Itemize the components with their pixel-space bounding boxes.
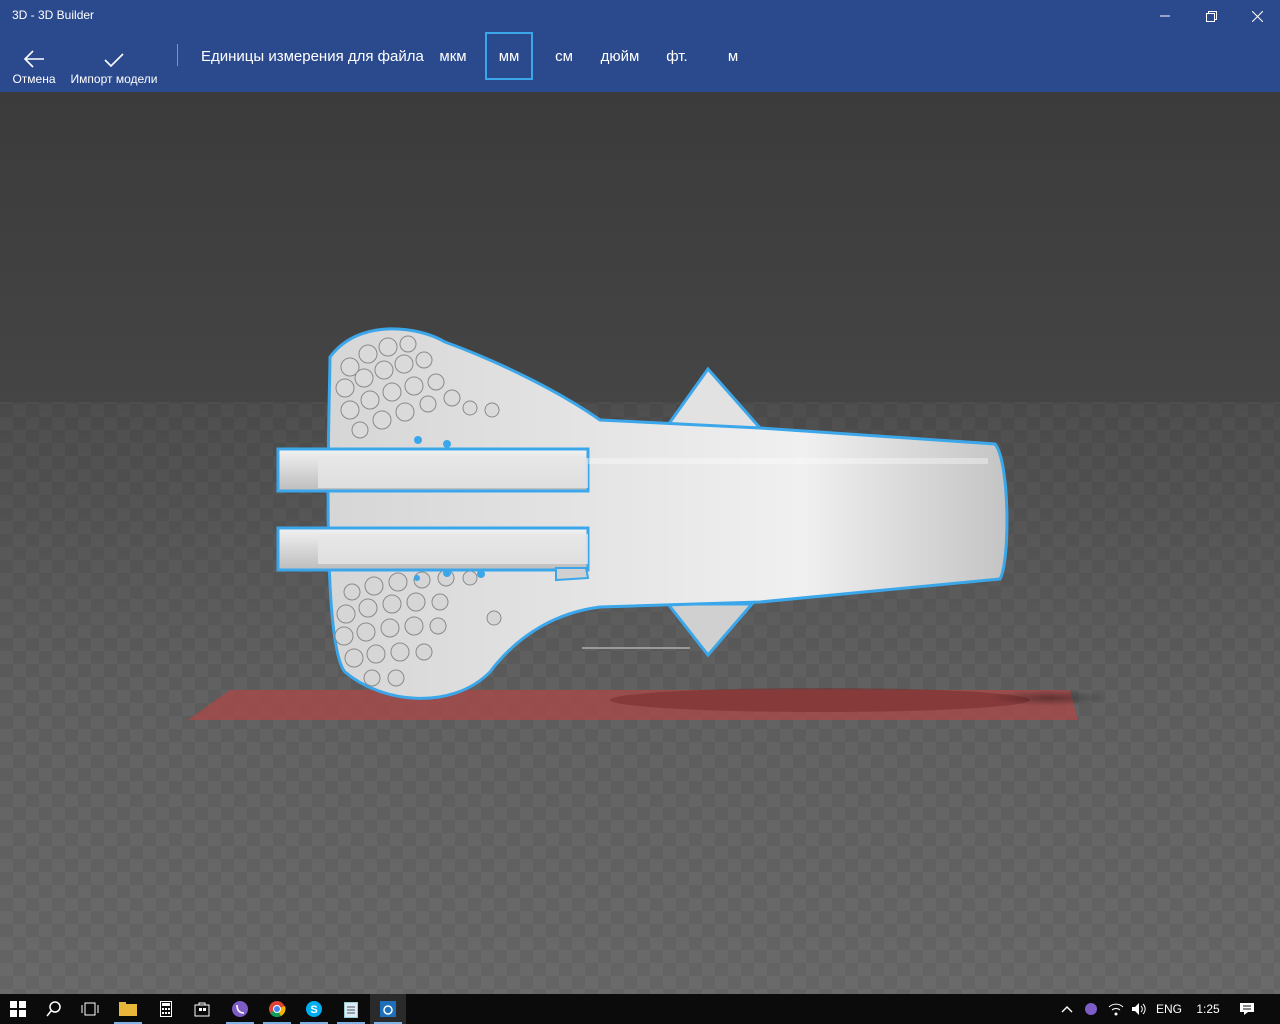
start-button[interactable] <box>0 994 36 1024</box>
notepad-button[interactable] <box>333 994 369 1024</box>
3d-builder-icon <box>380 1001 396 1017</box>
task-view-icon <box>81 1002 99 1016</box>
chrome-icon <box>269 1001 286 1018</box>
volume-icon <box>1132 1003 1146 1015</box>
unit-option-centimeter[interactable]: см <box>542 32 586 80</box>
units-label: Единицы измерения для файла <box>201 48 424 65</box>
3d-viewport[interactable] <box>0 92 1280 994</box>
restore-button[interactable] <box>1188 0 1234 32</box>
back-arrow-icon <box>23 32 45 68</box>
cancel-button[interactable]: Отмена <box>8 32 60 92</box>
model-shadow <box>610 688 1030 712</box>
taskbar: S ENG 1:25 <box>0 994 1280 1024</box>
notepad-icon <box>344 1001 358 1018</box>
unit-option-inch[interactable]: дюйм <box>594 32 646 80</box>
model-bar-lower-face <box>318 534 588 564</box>
unit-option-meter[interactable]: м <box>712 32 754 80</box>
calculator-icon <box>160 1001 172 1017</box>
search-icon <box>46 1001 61 1017</box>
unit-option-millimeter[interactable]: мм <box>485 32 533 80</box>
minimize-button[interactable] <box>1142 0 1188 32</box>
start-icon <box>10 1001 26 1017</box>
tray-network[interactable] <box>1105 994 1127 1024</box>
viber-button[interactable] <box>222 994 258 1024</box>
3d-builder-button[interactable] <box>370 994 406 1024</box>
model-notch <box>555 567 590 582</box>
file-explorer-icon <box>119 1002 137 1016</box>
command-bar: Отмена Импорт модели Единицы измерения д… <box>0 32 1280 92</box>
clock[interactable]: 1:25 <box>1190 994 1226 1024</box>
checkmark-icon <box>103 32 125 68</box>
unit-option-micrometer[interactable]: мкм <box>430 32 476 80</box>
import-model-label: Импорт модели <box>70 72 158 86</box>
viber-tray-icon <box>1085 1003 1097 1015</box>
close-button[interactable] <box>1234 0 1280 32</box>
cancel-label: Отмена <box>12 72 56 86</box>
scene-canvas <box>0 92 1280 994</box>
unit-option-foot[interactable]: фт. <box>655 32 699 80</box>
toolbar-separator <box>177 44 178 66</box>
action-center-button[interactable] <box>1234 994 1260 1024</box>
tray-viber[interactable] <box>1080 994 1102 1024</box>
tray-volume[interactable] <box>1128 994 1150 1024</box>
task-view-button[interactable] <box>72 994 108 1024</box>
minimize-icon <box>1160 15 1170 17</box>
wifi-icon <box>1108 1003 1124 1016</box>
model-bar-upper-face <box>318 458 588 488</box>
close-icon <box>1251 10 1263 22</box>
skype-icon: S <box>306 1001 322 1017</box>
skype-button[interactable]: S <box>296 994 332 1024</box>
chrome-button[interactable] <box>259 994 295 1024</box>
svg-text:S: S <box>310 1004 317 1016</box>
scene-background <box>0 92 1280 412</box>
shadow-tail <box>990 690 1110 706</box>
import-model-button[interactable]: Импорт модели <box>66 32 162 92</box>
title-bar: 3D - 3D Builder <box>0 0 1280 32</box>
search-button[interactable] <box>36 994 72 1024</box>
calculator-button[interactable] <box>148 994 184 1024</box>
language-indicator[interactable]: ENG <box>1152 994 1186 1024</box>
notifications-icon <box>1240 1003 1254 1015</box>
tray-overflow-button[interactable] <box>1056 994 1078 1024</box>
store-icon <box>194 1002 210 1017</box>
store-button[interactable] <box>184 994 220 1024</box>
viber-icon <box>232 1001 248 1017</box>
file-explorer-button[interactable] <box>110 994 146 1024</box>
chevron-up-icon <box>1061 1006 1073 1013</box>
restore-icon <box>1205 10 1217 22</box>
model-highlight <box>588 458 988 464</box>
window-title: 3D - 3D Builder <box>12 8 95 22</box>
